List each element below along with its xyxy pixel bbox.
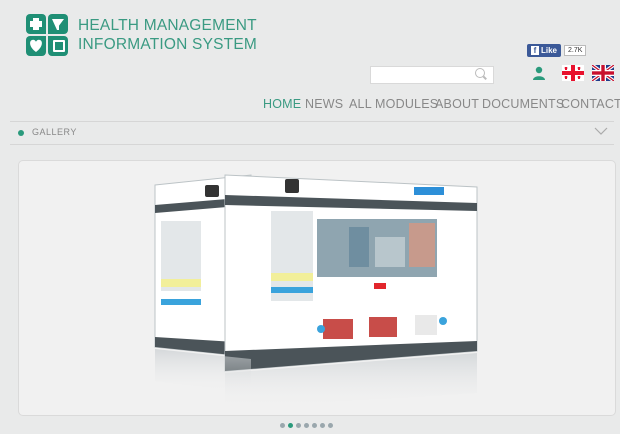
section-bullet-icon bbox=[18, 130, 24, 136]
carousel-pagination bbox=[280, 423, 333, 428]
carousel-dot[interactable] bbox=[320, 423, 325, 428]
carousel-dot-active[interactable] bbox=[288, 423, 293, 428]
facebook-like-count: 2.7K bbox=[564, 45, 587, 56]
nav-item-news[interactable]: NEWS bbox=[305, 97, 343, 111]
carousel-dot[interactable] bbox=[312, 423, 317, 428]
facebook-icon: f bbox=[531, 46, 539, 55]
search-input[interactable] bbox=[370, 66, 494, 84]
chevron-down-icon[interactable] bbox=[594, 126, 608, 136]
uk-flag-icon[interactable] bbox=[592, 65, 614, 81]
carousel-dot[interactable] bbox=[280, 423, 285, 428]
facebook-like-button[interactable]: f Like bbox=[527, 44, 562, 57]
nav-item-home[interactable]: HOME bbox=[263, 97, 301, 111]
nav-item-documents[interactable]: DOCUMENTS bbox=[482, 97, 564, 111]
brand-title: HEALTH MANAGEMENT INFORMATION SYSTEM bbox=[78, 16, 257, 54]
brand-line-2: INFORMATION SYSTEM bbox=[78, 36, 257, 53]
logo[interactable] bbox=[26, 14, 70, 58]
brand-line-1: HEALTH MANAGEMENT bbox=[78, 17, 257, 34]
gallery-carousel bbox=[18, 160, 616, 416]
nav-item-all-modules[interactable]: ALL MODULES bbox=[349, 97, 438, 111]
gallery-slide-image bbox=[154, 174, 478, 409]
carousel-dot[interactable] bbox=[328, 423, 333, 428]
search-icon[interactable] bbox=[475, 68, 485, 78]
facebook-like-widget: f Like 2.7K bbox=[527, 44, 587, 57]
nav-item-contact[interactable]: CONTACT bbox=[561, 97, 620, 111]
georgian-flag-icon[interactable] bbox=[562, 65, 584, 81]
carousel-dot[interactable] bbox=[304, 423, 309, 428]
carousel-dot[interactable] bbox=[296, 423, 301, 428]
main-nav: HOME NEWS ALL MODULES ABOUT DOCUMENTS CO… bbox=[0, 97, 620, 117]
user-icon[interactable] bbox=[530, 64, 548, 82]
facebook-like-label: Like bbox=[541, 46, 558, 55]
nav-item-about[interactable]: ABOUT bbox=[435, 97, 479, 111]
gallery-section-header[interactable]: GALLERY bbox=[10, 121, 614, 145]
logo-symbols-icon bbox=[30, 18, 65, 52]
section-label: GALLERY bbox=[32, 127, 77, 137]
